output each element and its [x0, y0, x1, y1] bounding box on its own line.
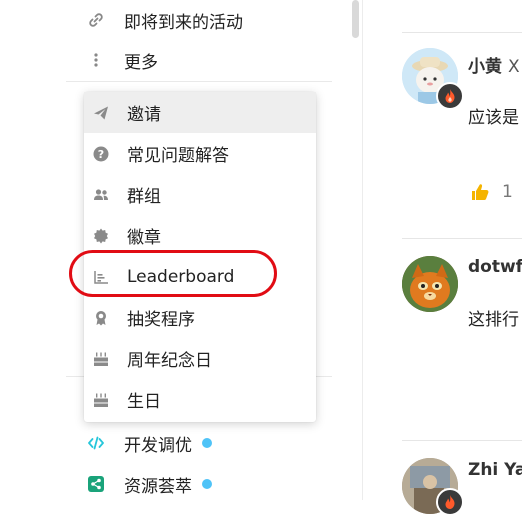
sidebar-category-dev[interactable]: 开发调优: [88, 423, 212, 463]
author-name[interactable]: 小黄: [468, 57, 502, 77]
sidebar-category-label: 开发调优: [124, 435, 192, 456]
leaderboard-highlight-annotation: [69, 250, 277, 297]
svg-text:?: ?: [98, 148, 104, 161]
users-icon: [93, 187, 109, 203]
question-circle-icon: ?: [93, 146, 109, 162]
menu-item-label: 群组: [127, 187, 161, 207]
author-title: X: [508, 57, 520, 77]
menu-item-faq[interactable]: ? 常见问题解答: [84, 133, 316, 174]
menu-item-anniversaries[interactable]: 周年纪念日: [84, 338, 316, 379]
post-divider: [402, 440, 522, 441]
post-author[interactable]: Zhi Ya: [468, 460, 522, 480]
flame-icon: [442, 88, 458, 104]
code-icon: [88, 436, 110, 450]
cake-icon: [93, 392, 109, 408]
thumbs-up-icon[interactable]: [470, 182, 490, 202]
unread-dot: [202, 438, 212, 448]
avatar[interactable]: [402, 256, 458, 312]
paper-plane-icon: [93, 105, 109, 121]
post-likes[interactable]: 1: [470, 182, 513, 202]
cake-icon: [93, 351, 109, 367]
flame-icon: [442, 494, 458, 510]
sidebar-scrollbar[interactable]: [351, 0, 360, 500]
sidebar-scrollbar-thumb[interactable]: [352, 0, 359, 38]
menu-item-label: 周年纪念日: [127, 351, 212, 371]
sidebar-item-label: 更多: [124, 52, 158, 73]
like-count: 1: [502, 182, 513, 202]
menu-item-label: 徽章: [127, 228, 161, 248]
unread-dot: [202, 479, 212, 489]
menu-item-groups[interactable]: 群组: [84, 174, 316, 215]
badge-icon: [93, 228, 109, 244]
sidebar-category-label: 资源荟萃: [124, 476, 192, 497]
award-icon: [93, 310, 109, 326]
menu-item-label: 生日: [127, 392, 161, 412]
post-body: 应该是: [468, 108, 519, 128]
post-divider: [402, 32, 522, 33]
link-icon: [88, 12, 110, 28]
sidebar-border: [362, 0, 363, 500]
menu-item-label: 常见问题解答: [127, 146, 229, 166]
menu-item-raffle[interactable]: 抽奖程序: [84, 297, 316, 338]
post-body: 这排行: [468, 310, 519, 330]
sidebar-divider: [66, 81, 332, 82]
sidebar-item-label: 即将到来的活动: [124, 12, 243, 33]
sidebar-item-more[interactable]: 更多: [88, 40, 158, 80]
menu-item-label: 邀请: [127, 105, 161, 125]
menu-item-birthdays[interactable]: 生日: [84, 379, 316, 420]
sidebar-category-resources[interactable]: 资源荟萃: [88, 464, 212, 504]
menu-item-invite[interactable]: 邀请: [84, 92, 316, 133]
flame-badge: [436, 82, 464, 110]
vertical-ellipsis-icon: [88, 52, 110, 68]
post-author[interactable]: dotwf: [468, 257, 522, 277]
post-divider: [402, 238, 522, 239]
flame-badge: [436, 488, 464, 516]
post-author[interactable]: 小黄 X: [468, 52, 520, 77]
share-icon: [88, 476, 110, 492]
menu-item-label: 抽奖程序: [127, 310, 195, 330]
sidebar-item-upcoming-events[interactable]: 即将到来的活动: [88, 0, 243, 40]
